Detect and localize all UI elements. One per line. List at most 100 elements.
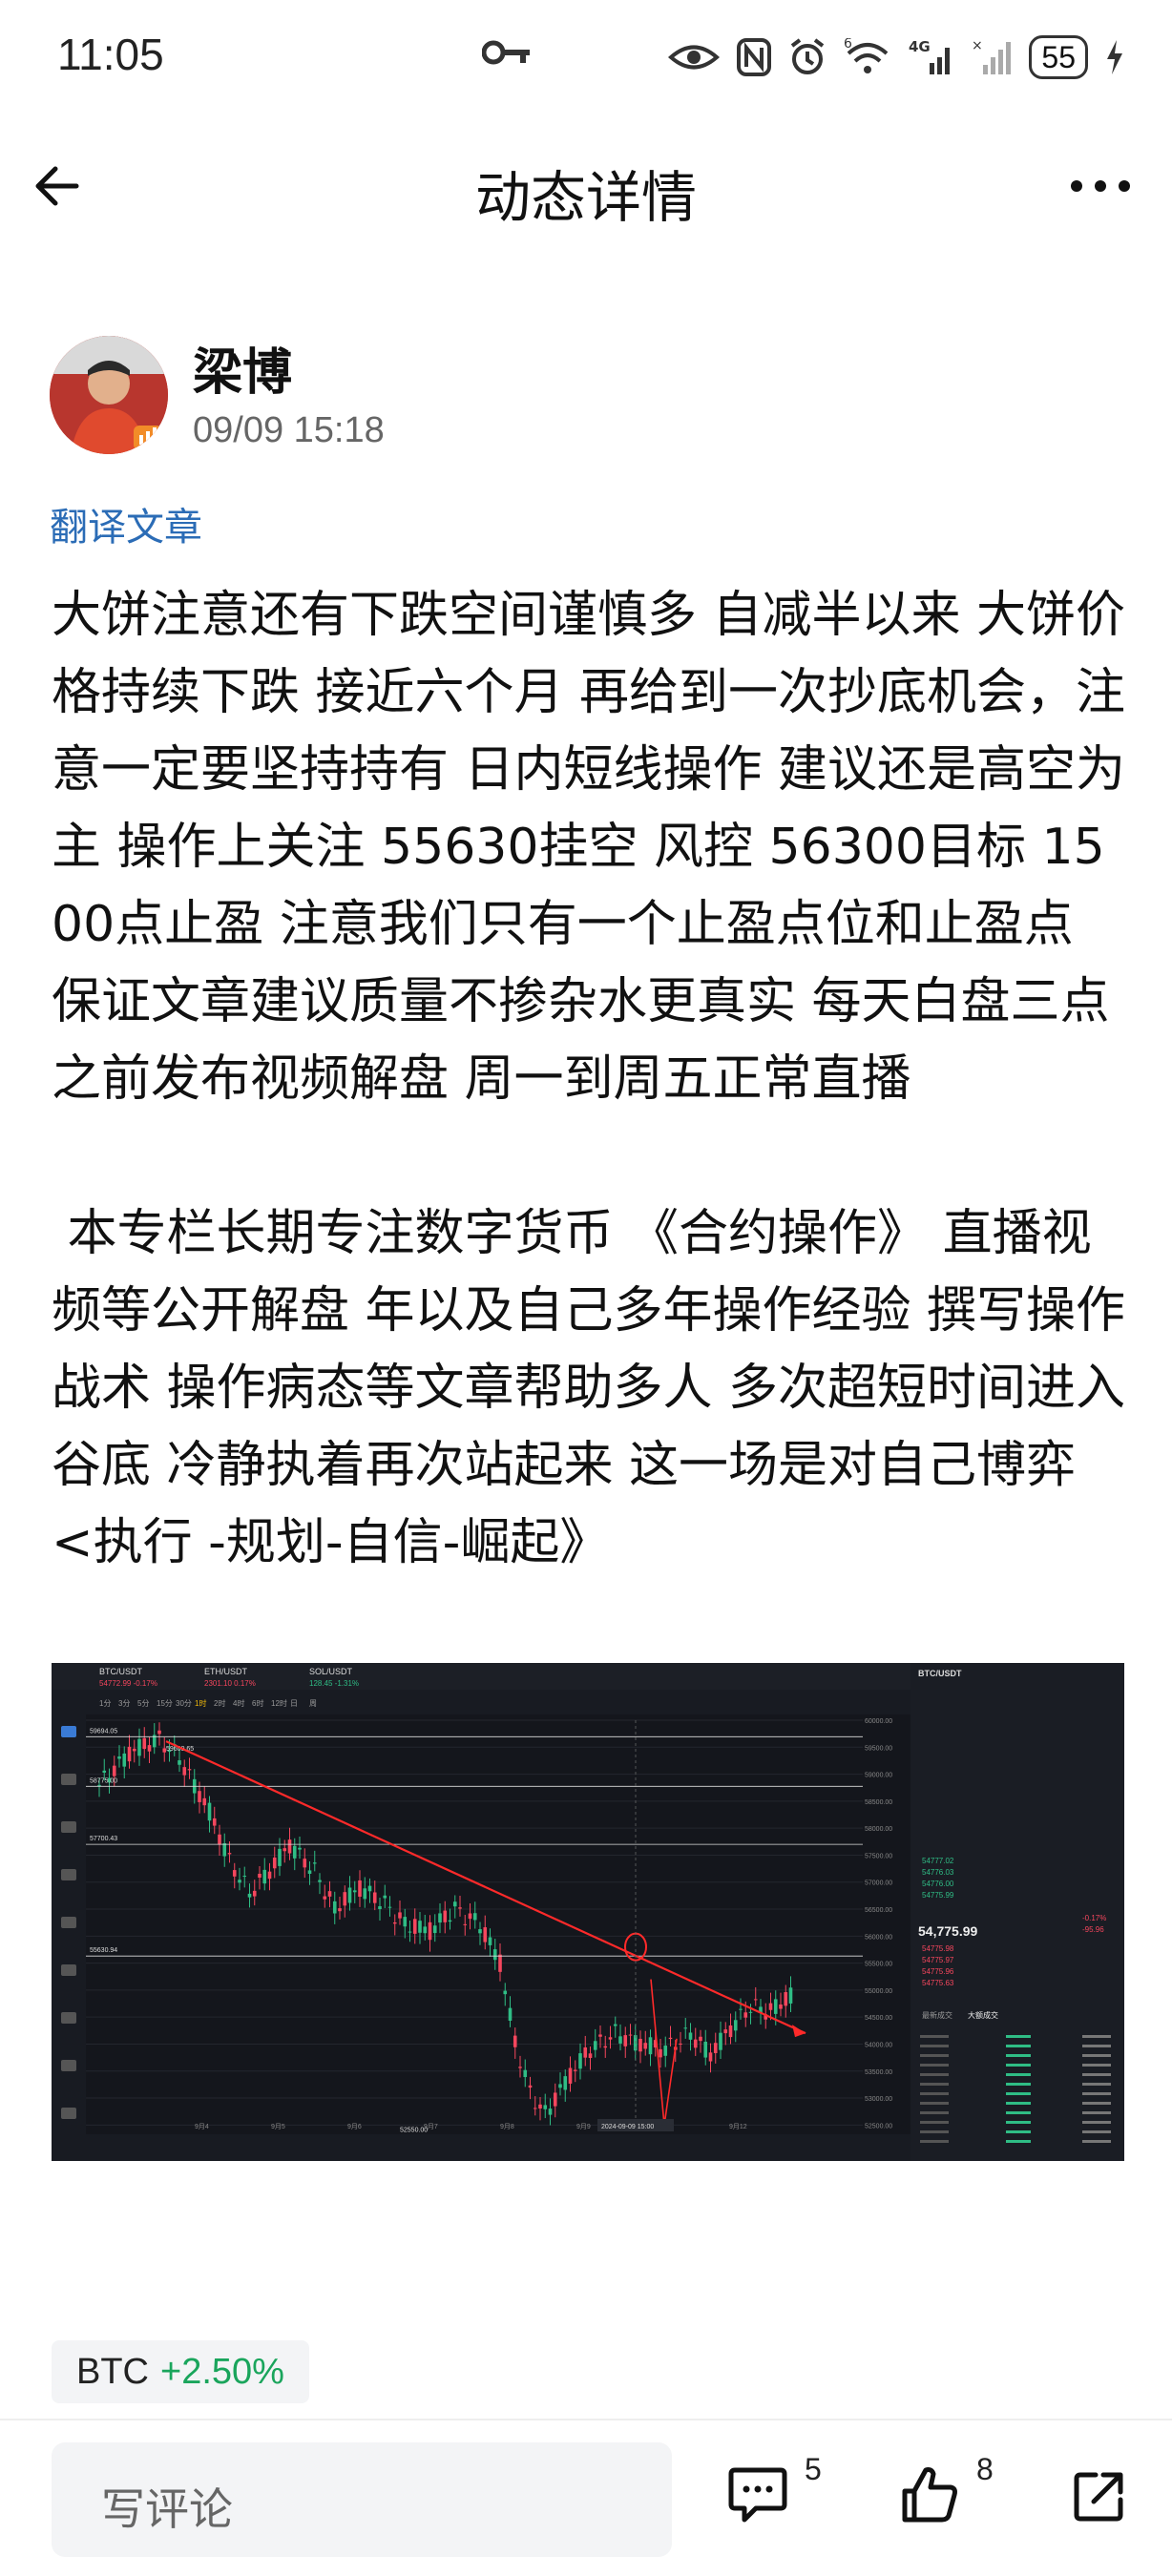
chart-candle-body [583,2046,588,2058]
chart-price-label: 59694.05 [90,1728,117,1735]
chart-order-bid: 54775.63 [922,1979,954,1987]
chart-candle-body [668,2037,673,2040]
chart-candle-body [648,2037,653,2055]
chart-candle-body [358,1880,362,1898]
chart-timeframe: 3分 [118,1699,130,1708]
charging-icon [1107,40,1122,74]
chart-price-label: 58775.00 [90,1777,117,1784]
chart-candle-body [432,1925,437,1934]
chart-candle-body [663,2046,668,2056]
bottom-divider [0,2419,1172,2420]
chart-axis-label: 55500.00 [865,1962,892,1968]
chart-candle-body [343,1892,347,1906]
chart-candle-body [688,2032,693,2040]
chart-tab-price: 128.45 -1.31% [309,1679,359,1688]
chart-candle-body [102,1770,107,1774]
chart-tab-label: ETH/USDT [204,1667,248,1676]
chart-candle-body [198,1791,201,1802]
chart-candle-body [593,2041,597,2050]
chart-right-title: BTC/USDT [918,1669,962,1678]
chart-tool-icon [61,1917,76,1928]
author-name[interactable]: 梁博 [193,332,292,404]
like-count: 8 [976,2452,994,2486]
avatar[interactable] [50,336,168,454]
chart-candle-body [267,1871,272,1880]
chart-candle-body [383,1895,387,1899]
chart-timeframe: 周 [309,1699,317,1708]
chart-candle-body [182,1767,187,1776]
chart-candle-body [588,2053,593,2059]
chart-candle-body [558,2084,562,2088]
thumbs-up-icon[interactable] [899,2464,960,2525]
comment-input[interactable]: 写评论 [52,2442,672,2557]
chart-image[interactable]: BTC/USDT 54772.99 -0.17% ETH/USDT 2301.10 0… [52,1663,1124,2161]
chart-x-label: 9月12 [729,2123,747,2130]
chart-right-row [1082,2092,1111,2095]
chart-candle-body [178,1760,181,1765]
chart-timeframe: 1时 [195,1698,206,1708]
signal-icon: 4G [909,38,951,74]
chart-candle-body [733,2020,738,2031]
chart-candle-body [423,1926,428,1934]
chart-right-row [1006,2054,1031,2057]
chart-candle-body [412,1919,417,1934]
status-time: 11:05 [57,30,164,79]
chart-candle-body [283,1848,287,1852]
chart-x-label: 9月6 [347,2123,362,2130]
chart-candle-body [367,1885,372,1892]
chart-right-row [1082,2064,1111,2067]
chart-candle-body [443,1910,448,1922]
chart-right-row [1006,2102,1031,2105]
chart-candle-body [298,1847,302,1850]
signal-2-icon: × [972,38,1012,74]
chart-timeframe: 6时 [252,1698,263,1708]
chart-candle-body [498,1954,502,1972]
chart-candle-body [699,2036,702,2042]
comment-icon[interactable] [727,2464,788,2525]
chart-candle-body [157,1730,161,1735]
coin-tag[interactable]: BTC +2.50% [52,2340,309,2403]
chart-candle-body [428,1922,432,1941]
chart-candle-body [278,1848,282,1866]
chart-candle-body [137,1738,141,1756]
chart-candle-body [438,1913,442,1923]
chart-timeframe: 2时 [214,1698,225,1708]
chart-candle-body [207,1802,212,1821]
chart-candle-body [613,2024,617,2026]
chart-candle-body [463,1923,468,1925]
chart-right-change: -95.96 [1082,1925,1104,1934]
more-horizontal-icon[interactable] [1067,162,1134,210]
chart-tool-icon [61,1869,76,1880]
chart-candle-body [287,1839,292,1854]
chart-right-row [920,2111,949,2114]
chart-axis-label: 59000.00 [865,1773,892,1779]
chart-candle-body [323,1896,327,1900]
alarm-icon [791,38,825,74]
chart-candle-body [327,1891,332,1897]
chart-axis-label: 55000.00 [865,1988,892,1995]
chart-candle-body [347,1887,352,1903]
chart-right-tab: 大额成交 [968,2010,998,2020]
chart-right-row [1082,2083,1111,2086]
share-icon[interactable] [1073,2469,1126,2523]
chart-candle-body [618,2036,622,2044]
battery-level: 55 [1041,39,1076,74]
chart-candle-body [218,1834,221,1845]
chart-candle-body [543,2105,548,2109]
post-paragraph-2: 本专栏长期专注数字货币 《合约操作》 直播视频等公开解盘 年以及自己多年操作经验… [52,1205,1126,1571]
translate-link[interactable]: 翻译文章 [50,496,202,551]
chart-order-ask: 54777.02 [922,1857,954,1865]
chart-candle-body [779,2004,783,2009]
chart-tool-icon [61,1964,76,1976]
chart-timeframe: 12时 [271,1698,287,1708]
chart-candle-body [659,2048,662,2058]
status-icons: 6 4G × 55 [668,29,1124,86]
chart-candle-body [392,1922,397,1924]
chart-right-row [1082,2121,1111,2124]
chart-candle-body [352,1890,357,1893]
chart-price-label: 55630.94 [90,1947,117,1954]
chart-tool-icon [61,2060,76,2071]
chart-candle-body [212,1818,217,1826]
coin-tag-change: +2.50% [160,2351,284,2392]
chart-candle-body [378,1905,382,1910]
